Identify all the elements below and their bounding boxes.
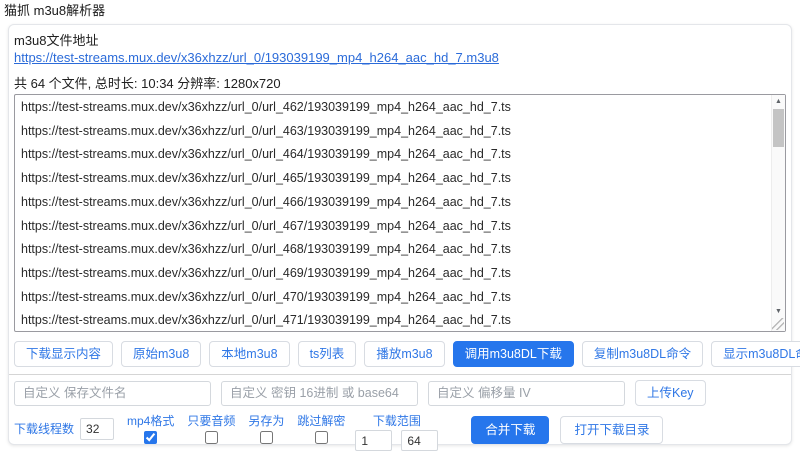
audio-only-checkbox[interactable] <box>204 431 218 444</box>
key-input[interactable] <box>221 380 418 406</box>
scrollbar-thumb[interactable] <box>773 109 784 147</box>
show-m3u8dl-command-button[interactable]: 显示m3u8DL命令 <box>711 341 800 367</box>
skip-decrypt-label: 跳过解密 <box>297 414 346 428</box>
skip-decrypt-checkbox[interactable] <box>314 431 328 444</box>
ts-list-container: https://test-streams.mux.dev/x36xhzz/url… <box>14 94 786 332</box>
threads-label: 下载线程数 <box>14 422 75 436</box>
threads-input[interactable] <box>80 418 115 440</box>
mp4-format-label: mp4格式 <box>127 414 175 428</box>
resize-handle-icon[interactable] <box>772 318 784 330</box>
play-m3u8-button[interactable]: 播放m3u8 <box>364 341 445 367</box>
local-m3u8-button[interactable]: 本地m3u8 <box>209 341 290 367</box>
m3u8-address-label: m3u8文件地址 <box>14 33 99 48</box>
merge-download-button[interactable]: 合并下载 <box>471 416 550 444</box>
audio-only-option: 只要音频 <box>187 414 235 444</box>
bottom-buttons: 合并下载 打开下载目录 <box>471 416 664 444</box>
range-end-input[interactable] <box>401 430 439 451</box>
action-button-row: 下载显示内容 原始m3u8 本地m3u8 ts列表 播放m3u8 调用m3u8D… <box>14 341 800 367</box>
skip-decrypt-option: 跳过解密 <box>297 414 345 444</box>
file-stats-text: 共 64 个文件, 总时长: 10:34 分辨率: 1280x720 <box>14 76 281 91</box>
ts-list-button[interactable]: ts列表 <box>297 341 357 367</box>
download-options-row: 下载线程数 mp4格式 只要音频 另存为 跳过解密 下载范围 <box>14 414 786 451</box>
upload-key-button[interactable]: 上传Key <box>635 380 706 406</box>
save-as-option: 另存为 <box>248 414 284 444</box>
range-inputs <box>355 430 439 451</box>
filename-input[interactable] <box>14 380 211 406</box>
original-m3u8-button[interactable]: 原始m3u8 <box>121 341 202 367</box>
save-as-checkbox[interactable] <box>259 431 273 444</box>
range-start-input[interactable] <box>355 430 393 451</box>
m3u8-parser-panel: m3u8文件地址 https://test-streams.mux.dev/x3… <box>8 24 800 451</box>
save-as-label: 另存为 <box>248 414 285 428</box>
audio-only-label: 只要音频 <box>187 414 236 428</box>
scroll-up-icon[interactable]: ▲ <box>772 95 785 108</box>
divider <box>9 374 791 375</box>
invoke-m3u8dl-download-button[interactable]: 调用m3u8DL下载 <box>452 341 574 367</box>
download-range-label: 下载范围 <box>372 414 421 428</box>
m3u8-source-link[interactable]: https://test-streams.mux.dev/x36xhzz/url… <box>14 50 499 66</box>
download-displayed-button[interactable]: 下载显示内容 <box>14 341 114 367</box>
ts-list-textarea[interactable]: https://test-streams.mux.dev/x36xhzz/url… <box>14 94 786 332</box>
iv-input[interactable] <box>428 380 625 406</box>
copy-m3u8dl-command-button[interactable]: 复制m3u8DL命令 <box>581 341 704 367</box>
custom-inputs-row: 上传Key <box>14 380 786 406</box>
textarea-scrollbar[interactable]: ▲ ▼ <box>771 95 785 331</box>
mp4-format-checkbox[interactable] <box>144 431 158 444</box>
threads-group: 下载线程数 <box>14 418 115 440</box>
page-title: 猫抓 m3u8解析器 <box>4 3 106 18</box>
mp4-format-option: mp4格式 <box>127 414 174 444</box>
scroll-down-icon[interactable]: ▼ <box>772 305 785 318</box>
download-range-group: 下载范围 <box>355 414 439 451</box>
open-download-folder-button[interactable]: 打开下载目录 <box>560 416 664 444</box>
